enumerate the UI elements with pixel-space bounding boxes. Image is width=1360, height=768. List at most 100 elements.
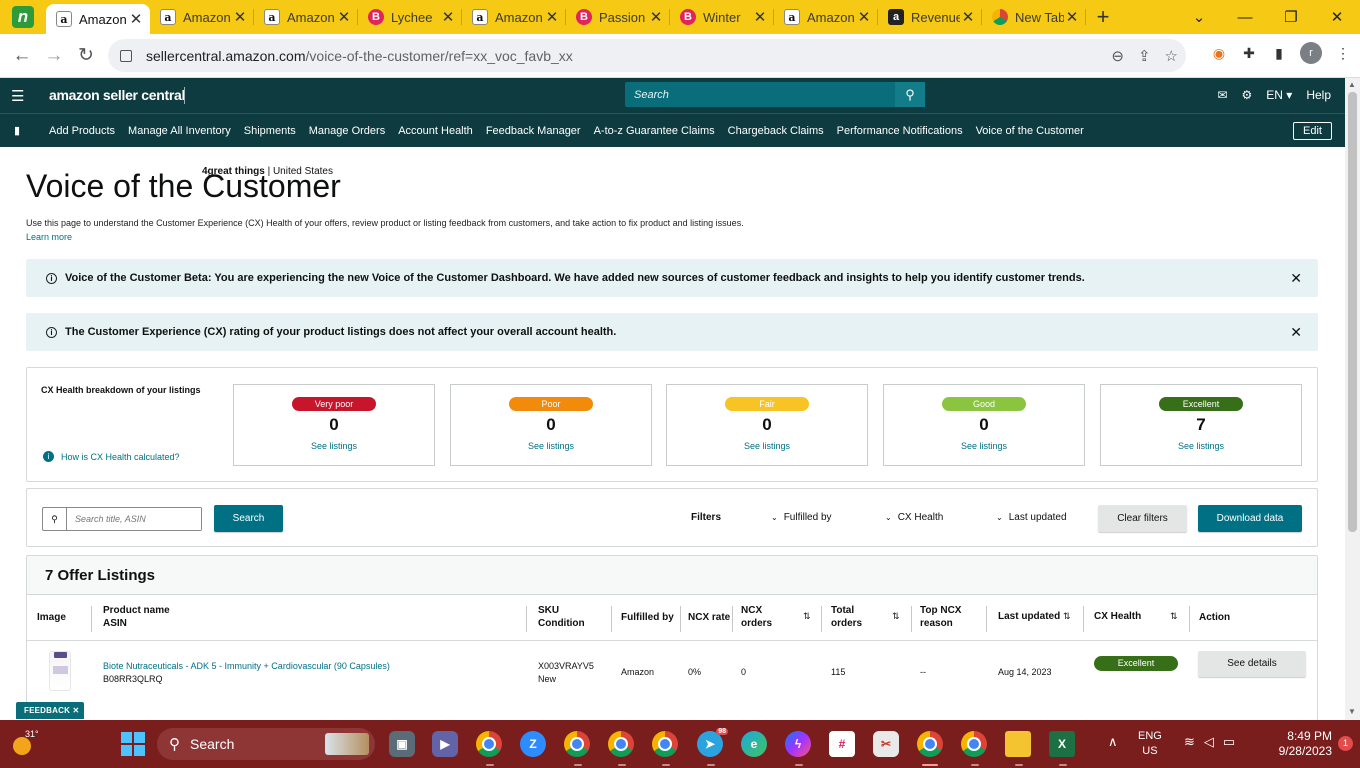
file-explorer-icon[interactable] bbox=[1005, 731, 1031, 757]
settings-gear-icon[interactable]: ⚙ bbox=[1242, 88, 1253, 102]
minimize-button[interactable]: — bbox=[1222, 0, 1268, 34]
notification-badge[interactable]: 1 bbox=[1338, 736, 1353, 751]
tab-search-icon[interactable]: ⌄ bbox=[1176, 0, 1222, 34]
see-listings-link[interactable]: See listings bbox=[451, 441, 651, 451]
fulfilled-by-filter[interactable]: ⌄ Fulfilled by bbox=[771, 512, 832, 523]
download-data-button[interactable]: Download data bbox=[1198, 505, 1302, 532]
browser-tab[interactable]: a Amazon ✕ bbox=[774, 0, 878, 34]
messenger-icon[interactable]: ϟ bbox=[785, 731, 811, 757]
side-panel-icon[interactable]: ▮ bbox=[1270, 44, 1288, 62]
nav-item[interactable]: Manage All Inventory bbox=[128, 125, 231, 137]
forward-button[interactable]: → bbox=[38, 45, 70, 67]
help-link[interactable]: Help bbox=[1306, 88, 1331, 102]
app-launcher-icon[interactable]: n bbox=[0, 0, 46, 34]
weather-widget[interactable]: 31° bbox=[9, 729, 39, 759]
sort-icon[interactable]: ⇅ bbox=[892, 610, 900, 623]
close-tab-icon[interactable]: ✕ bbox=[1064, 8, 1080, 26]
chrome-profile-icon[interactable] bbox=[564, 731, 590, 757]
nav-item[interactable]: Manage Orders bbox=[309, 125, 385, 137]
telegram-icon[interactable]: ➤ 98 bbox=[697, 728, 728, 757]
browser-tab[interactable]: a Amazon ✕ bbox=[46, 4, 150, 34]
col-last-updated[interactable]: Last updated ⇅ bbox=[998, 610, 1071, 623]
profile-avatar[interactable]: r bbox=[1300, 42, 1322, 64]
search-button[interactable]: Search bbox=[214, 505, 283, 532]
seller-search-input[interactable] bbox=[625, 82, 895, 107]
sort-icon[interactable]: ⇅ bbox=[803, 610, 811, 623]
edit-nav-button[interactable]: Edit bbox=[1293, 122, 1332, 140]
close-tab-icon[interactable]: ✕ bbox=[440, 8, 456, 26]
learn-more-link[interactable]: Learn more bbox=[26, 232, 72, 242]
new-tab-button[interactable]: + bbox=[1086, 4, 1120, 30]
browser-tab[interactable]: a Amazon ✕ bbox=[462, 0, 566, 34]
edge-icon[interactable]: e bbox=[741, 731, 767, 757]
nav-item[interactable]: Voice of the Customer bbox=[976, 125, 1084, 137]
clear-filters-button[interactable]: Clear filters bbox=[1098, 505, 1187, 532]
chrome-profile-icon[interactable] bbox=[917, 731, 943, 757]
browser-tab[interactable]: a Amazon ✕ bbox=[254, 0, 358, 34]
language-selector[interactable]: EN ▾ bbox=[1266, 88, 1292, 102]
browser-tab[interactable]: B Winter ✕ bbox=[670, 0, 774, 34]
scrollbar-thumb[interactable] bbox=[1348, 92, 1357, 532]
reload-button[interactable]: ↻ bbox=[70, 44, 102, 67]
last-updated-filter[interactable]: ⌄ Last updated bbox=[996, 512, 1067, 523]
nav-item[interactable]: A-to-z Guarantee Claims bbox=[594, 125, 715, 137]
url-field[interactable]: sellercentral.amazon.com/voice-of-the-cu… bbox=[108, 39, 1186, 72]
bookmark-star-icon[interactable]: ☆ bbox=[1165, 47, 1178, 65]
see-listings-link[interactable]: See listings bbox=[1101, 441, 1301, 451]
feedback-tab[interactable]: FEEDBACK ✕ bbox=[16, 702, 84, 719]
menu-kebab-icon[interactable]: ⋮ bbox=[1334, 44, 1352, 62]
back-button[interactable]: ← bbox=[6, 45, 38, 67]
scroll-down-icon[interactable]: ▼ bbox=[1348, 707, 1356, 716]
close-icon[interactable]: ✕ bbox=[1290, 270, 1302, 287]
browser-tab[interactable]: a Revenue ✕ bbox=[878, 0, 982, 34]
col-total-orders[interactable]: Total orders bbox=[831, 604, 862, 630]
nav-item[interactable]: Chargeback Claims bbox=[728, 125, 824, 137]
close-tab-icon[interactable]: ✕ bbox=[544, 8, 560, 26]
teams-icon[interactable]: ▶ bbox=[432, 731, 458, 757]
see-listings-link[interactable]: See listings bbox=[234, 441, 434, 451]
nav-item[interactable]: Shipments bbox=[244, 125, 296, 137]
vertical-scrollbar[interactable]: ▲ ▼ bbox=[1345, 78, 1360, 720]
see-details-button[interactable]: See details bbox=[1198, 651, 1306, 677]
zoom-app-icon[interactable]: Z bbox=[520, 731, 546, 757]
close-tab-icon[interactable]: ✕ bbox=[752, 8, 768, 26]
seller-central-logo[interactable]: amazon seller central bbox=[49, 87, 185, 103]
taskbar-search[interactable]: ⚲ Search bbox=[157, 728, 375, 760]
close-tab-icon[interactable]: ✕ bbox=[856, 8, 872, 26]
see-listings-link[interactable]: See listings bbox=[667, 441, 867, 451]
quick-settings[interactable]: ≋ ◁ ▭ bbox=[1184, 734, 1235, 750]
nav-item[interactable]: Add Products bbox=[49, 125, 115, 137]
excel-icon[interactable]: X bbox=[1049, 731, 1075, 757]
slack-icon[interactable]: # bbox=[829, 731, 855, 757]
listing-search-input[interactable] bbox=[67, 508, 201, 530]
nav-item[interactable]: Performance Notifications bbox=[837, 125, 963, 137]
browser-tab[interactable]: B Passion ✕ bbox=[566, 0, 670, 34]
chrome-profile-icon[interactable] bbox=[652, 731, 678, 757]
zoom-icon[interactable]: ⊖ bbox=[1111, 47, 1124, 65]
taskbar-clock[interactable]: 8:49 PM 9/28/2023 bbox=[1258, 729, 1332, 759]
share-icon[interactable]: ⇪ bbox=[1138, 47, 1151, 65]
bookmark-icon[interactable]: ▮ bbox=[14, 124, 20, 137]
task-view-icon[interactable]: ▣ bbox=[389, 731, 415, 757]
col-cx-health[interactable]: CX Health bbox=[1094, 610, 1141, 623]
close-tab-icon[interactable]: ✕ bbox=[648, 8, 664, 26]
windows-start-icon[interactable] bbox=[121, 732, 145, 756]
nav-item[interactable]: Feedback Manager bbox=[486, 125, 581, 137]
mail-icon[interactable]: ✉ bbox=[1217, 88, 1227, 102]
puzzle-icon[interactable]: ✚ bbox=[1240, 44, 1258, 62]
hamburger-menu-icon[interactable]: ☰ bbox=[11, 87, 24, 105]
close-tab-icon[interactable]: ✕ bbox=[128, 10, 144, 28]
cx-health-filter[interactable]: ⌄ CX Health bbox=[885, 512, 943, 523]
show-hidden-icons-icon[interactable]: ∧ bbox=[1108, 734, 1118, 750]
product-thumbnail[interactable] bbox=[49, 651, 71, 691]
how-cx-health-link[interactable]: i How is CX Health calculated? bbox=[43, 451, 180, 462]
see-listings-link[interactable]: See listings bbox=[884, 441, 1084, 451]
nav-item[interactable]: Account Health bbox=[398, 125, 473, 137]
snipping-tool-icon[interactable]: ✂ bbox=[873, 731, 899, 757]
close-icon[interactable]: ✕ bbox=[1290, 324, 1302, 341]
chrome-icon[interactable] bbox=[476, 731, 502, 757]
chrome-profile-icon[interactable] bbox=[961, 731, 987, 757]
close-tab-icon[interactable]: ✕ bbox=[336, 8, 352, 26]
extension-icon[interactable]: ◉ bbox=[1210, 44, 1228, 62]
product-name-link[interactable]: Biote Nutraceuticals - ADK 5 - Immunity … bbox=[103, 660, 390, 673]
